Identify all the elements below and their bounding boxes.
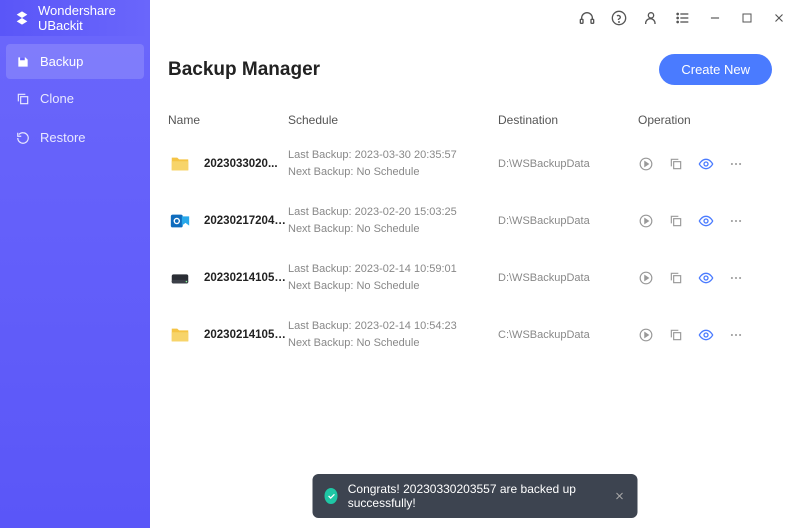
user-icon[interactable] — [642, 9, 660, 27]
play-icon[interactable] — [638, 156, 654, 172]
table-header: Name Schedule Destination Operation — [168, 105, 772, 135]
row-name: 2023033020... — [204, 158, 288, 170]
row-schedule: Last Backup: 2023-02-20 15:03:25Next Bac… — [288, 204, 498, 237]
row-operations — [638, 213, 772, 229]
app-title-area: Wondershare UBackit — [0, 0, 150, 36]
check-icon — [325, 488, 338, 504]
restore-icon — [16, 131, 30, 145]
app-title: Wondershare UBackit — [38, 3, 150, 33]
eye-icon[interactable] — [698, 270, 714, 286]
row-operations — [638, 270, 772, 286]
row-destination: D:\WSBackupData — [498, 272, 638, 284]
titlebar-controls — [578, 9, 788, 27]
play-icon[interactable] — [638, 213, 654, 229]
copy-icon[interactable] — [668, 156, 684, 172]
table-body: 2023033020...Last Backup: 2023-03-30 20:… — [168, 135, 772, 363]
sidebar-item-label: Clone — [40, 91, 74, 106]
more-icon[interactable] — [728, 327, 744, 343]
table-row: 20230214105901Last Backup: 2023-02-14 10… — [168, 249, 772, 306]
outlook-icon — [168, 209, 192, 233]
table-row: 2023033020...Last Backup: 2023-03-30 20:… — [168, 135, 772, 192]
more-icon[interactable] — [728, 213, 744, 229]
folder-icon — [168, 323, 192, 347]
toast-close-icon[interactable] — [614, 490, 626, 502]
sidebar-item-label: Restore — [40, 130, 86, 145]
eye-icon[interactable] — [698, 327, 714, 343]
disk-icon — [168, 266, 192, 290]
row-operations — [638, 327, 772, 343]
row-schedule: Last Backup: 2023-03-30 20:35:57Next Bac… — [288, 147, 498, 180]
more-icon[interactable] — [728, 270, 744, 286]
row-destination: D:\WSBackupData — [498, 158, 638, 170]
close-icon[interactable] — [770, 9, 788, 27]
folder-icon — [168, 152, 192, 176]
copy-icon[interactable] — [668, 213, 684, 229]
row-name: 20230214105901 — [204, 272, 288, 284]
col-name: Name — [168, 113, 288, 127]
sidebar-item-clone[interactable]: Clone — [0, 79, 150, 118]
backup-icon — [16, 55, 30, 69]
titlebar: Wondershare UBackit — [0, 0, 800, 36]
row-name: 20230217204855 — [204, 215, 288, 227]
row-operations — [638, 156, 772, 172]
col-operation: Operation — [638, 113, 772, 127]
play-icon[interactable] — [638, 270, 654, 286]
app-logo-icon — [14, 10, 30, 26]
table-row: 20230217204855Last Backup: 2023-02-20 15… — [168, 192, 772, 249]
sidebar-item-label: Backup — [40, 54, 83, 69]
eye-icon[interactable] — [698, 156, 714, 172]
row-name: 20230214105139 — [204, 329, 288, 341]
play-icon[interactable] — [638, 327, 654, 343]
headset-icon[interactable] — [578, 9, 596, 27]
main-panel: Backup Manager Create New Name Schedule … — [150, 36, 800, 528]
page-title: Backup Manager — [168, 59, 320, 81]
more-icon[interactable] — [728, 156, 744, 172]
eye-icon[interactable] — [698, 213, 714, 229]
col-schedule: Schedule — [288, 113, 498, 127]
copy-icon[interactable] — [668, 270, 684, 286]
row-destination: D:\WSBackupData — [498, 215, 638, 227]
main-header: Backup Manager Create New — [168, 54, 772, 85]
toast: Congrats! 20230330203557 are backed up s… — [313, 474, 638, 518]
row-schedule: Last Backup: 2023-02-14 10:54:23Next Bac… — [288, 318, 498, 351]
create-new-button[interactable]: Create New — [659, 54, 772, 85]
app-body: Backup Clone Restore Backup Manager Crea… — [0, 36, 800, 528]
help-icon[interactable] — [610, 9, 628, 27]
table-row: 20230214105139Last Backup: 2023-02-14 10… — [168, 306, 772, 363]
row-schedule: Last Backup: 2023-02-14 10:59:01Next Bac… — [288, 261, 498, 294]
toast-text: Congrats! 20230330203557 are backed up s… — [348, 482, 596, 510]
sidebar-item-backup[interactable]: Backup — [6, 44, 144, 79]
clone-icon — [16, 92, 30, 106]
col-destination: Destination — [498, 113, 638, 127]
sidebar-item-restore[interactable]: Restore — [0, 118, 150, 157]
minimize-icon[interactable] — [706, 9, 724, 27]
maximize-icon[interactable] — [738, 9, 756, 27]
list-icon[interactable] — [674, 9, 692, 27]
sidebar: Backup Clone Restore — [0, 36, 150, 528]
copy-icon[interactable] — [668, 327, 684, 343]
row-destination: C:\WSBackupData — [498, 329, 638, 341]
